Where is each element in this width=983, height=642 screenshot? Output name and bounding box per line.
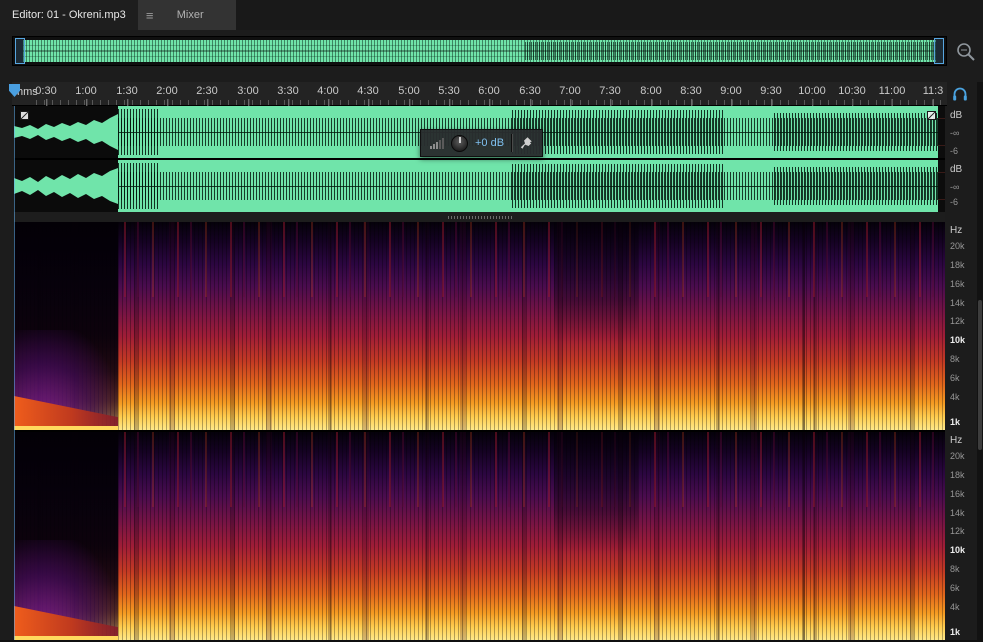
timeline-tick: 3:00 [237, 85, 259, 106]
playhead-line [14, 106, 15, 640]
timeline-tick: 5:30 [438, 85, 460, 106]
spectrogram-intro [14, 432, 118, 640]
spectrogram-quiet-section [553, 222, 638, 343]
timeline-tick: 11:00 [878, 85, 906, 106]
waveform-intro-left [14, 106, 118, 158]
timeline-tick: 7:00 [559, 85, 581, 106]
vertical-scrollbar-thumb[interactable] [978, 300, 982, 450]
overview-navigator[interactable] [12, 36, 947, 66]
waveform-display[interactable] [14, 106, 945, 212]
waveform-dense-region [511, 164, 725, 208]
tab-editor[interactable]: Editor: 01 - Okreni.mp3 [0, 0, 138, 30]
timeline-tick: 10:30 [838, 85, 866, 106]
db-scale-tick: -6 [950, 197, 959, 207]
timeline-tick: 1:00 [75, 85, 97, 106]
view-splitter[interactable] [14, 212, 945, 222]
spectrogram-channel-left[interactable] [14, 222, 945, 430]
hz-scale-tick: 20k [950, 241, 965, 251]
hz-scale-tick: 16k [950, 279, 965, 289]
hz-scale-tick: 16k [950, 489, 965, 499]
waveform-dense-region [774, 113, 938, 151]
tab-strip: Editor: 01 - Okreni.mp3 ≡ Mixer [0, 0, 236, 30]
hz-scale-tick: 6k [950, 583, 960, 593]
hz-scale-tick: 6k [950, 373, 960, 383]
timeline-tick: 4:30 [357, 85, 379, 106]
timeline-tick: 6:00 [478, 85, 500, 106]
timeline-tick: 5:00 [398, 85, 420, 106]
audio-editor-window: Editor: 01 - Okreni.mp3 ≡ Mixer hms 0:30… [0, 0, 983, 642]
timeline-tick: 6:30 [519, 85, 541, 106]
gain-value[interactable]: +0 dB [475, 137, 504, 149]
hz-scale-tick: 4k [950, 392, 960, 402]
hz-scale-tick: 8k [950, 564, 960, 574]
waveform-intro-right [14, 160, 118, 212]
gain-hud: +0 dB [420, 129, 544, 157]
timeline-tick: 2:00 [156, 85, 178, 106]
volume-knob[interactable] [451, 134, 468, 152]
fade-in-handle[interactable] [20, 111, 29, 120]
timeline-tick: 8:30 [680, 85, 702, 106]
waveform-dense-region [774, 167, 938, 205]
hz-scale-tick: 1k [950, 627, 961, 637]
spectrogram-transient-line [803, 432, 806, 640]
hz-scale-tick: 10k [950, 545, 966, 555]
spectrogram-intro [14, 222, 118, 430]
hz-scale-tick: 18k [950, 260, 965, 270]
pin-icon[interactable] [519, 136, 533, 150]
timeline-tick: 0:30 [35, 85, 57, 106]
timeline-tick: 2:30 [196, 85, 218, 106]
zoom-navigator-icon[interactable] [955, 41, 977, 63]
db-scale-tick: -∞ [950, 128, 960, 138]
db-scale-tick: -∞ [950, 182, 960, 192]
hz-scale-tick: 12k [950, 526, 965, 536]
hz-scale-tick: 12k [950, 316, 965, 326]
hz-scale-tick: 10k [950, 335, 966, 345]
overview-waveform-dense [525, 41, 936, 61]
waveform-dense-region [118, 163, 159, 209]
timeline-tick: 9:30 [760, 85, 782, 106]
hz-scale-label: Hz [950, 435, 963, 446]
headphones-icon[interactable] [951, 85, 969, 103]
hz-scale-label: Hz [950, 225, 963, 236]
level-meter-icon [430, 138, 444, 149]
hz-scale-tick: 20k [950, 451, 965, 461]
timeline-tick: 11:3 [922, 85, 944, 106]
hz-scale-tick: 14k [950, 298, 965, 308]
tab-mixer[interactable]: Mixer [162, 0, 219, 30]
waveform-channel-right[interactable] [14, 160, 945, 212]
hud-separator [511, 134, 513, 152]
db-scale-label: dB [950, 164, 963, 175]
timeline-tick: 8:00 [640, 85, 662, 106]
waveform-dense-region [511, 110, 725, 154]
overview-right-handle[interactable] [934, 38, 944, 64]
db-scale-label: dB [950, 110, 963, 121]
overview-left-handle[interactable] [15, 38, 25, 64]
spectrogram-high-freq-streaks [118, 432, 945, 507]
timeline-ruler[interactable]: hms 0:30 1:00 1:30 2:00 2:30 3:00 3:30 4… [12, 82, 947, 106]
db-scale-tick: -6 [950, 146, 959, 156]
spectrogram-channel-right[interactable] [14, 432, 945, 640]
spectrogram-quiet-section [553, 432, 638, 553]
panel-menu-icon[interactable]: ≡ [138, 0, 162, 30]
timeline-tick: 7:30 [599, 85, 621, 106]
timeline-tick: 3:30 [277, 85, 299, 106]
waveform-clip-right[interactable] [118, 160, 938, 212]
hz-scale-tick: 14k [950, 508, 965, 518]
overview-waveform [23, 40, 936, 62]
timeline-tick: 1:30 [116, 85, 138, 106]
panel-tab-bar: Editor: 01 - Okreni.mp3 ≡ Mixer [0, 0, 983, 30]
spectrogram-transient-line [803, 222, 806, 430]
hz-scale-tick: 8k [950, 354, 960, 364]
timeline-tick: 4:00 [317, 85, 339, 106]
hz-scale-tick: 1k [950, 417, 961, 427]
timeline-tick: 9:00 [720, 85, 742, 106]
timeline-tick: 10:00 [798, 85, 826, 106]
spectrogram-high-freq-streaks [118, 222, 945, 297]
fade-out-handle[interactable] [927, 111, 936, 120]
hz-scale-tick: 4k [950, 602, 960, 612]
hz-scale-tick: 18k [950, 470, 965, 480]
waveform-dense-region [118, 109, 159, 155]
